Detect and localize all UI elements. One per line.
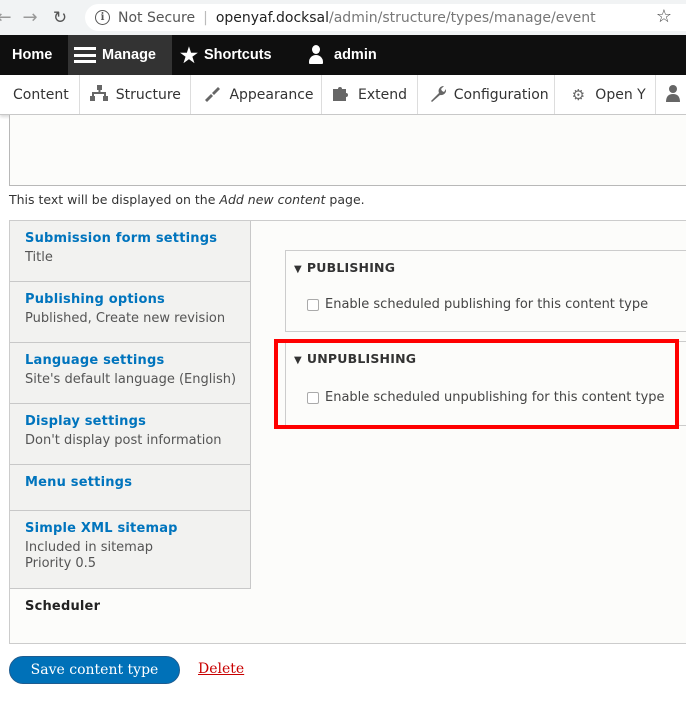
user-icon	[308, 45, 324, 65]
security-status: Not Secure	[118, 9, 196, 26]
vtab-summary: Don't display post information	[25, 433, 222, 448]
publishing-checkbox-label: Enable scheduled publishing for this con…	[325, 297, 649, 312]
vtab-publishing-options[interactable]: Publishing options Published, Create new…	[10, 282, 251, 343]
toolbar-shortcuts[interactable]: ★ Shortcuts	[172, 35, 292, 75]
vtab-title: Publishing options	[25, 292, 165, 307]
admin-tray: Content Structure Appearance Extend Conf…	[0, 75, 686, 115]
toolbar-home-label: Home	[12, 47, 53, 63]
address-bar[interactable]: i Not Secure | openyaf.docksal/admin/str…	[85, 4, 686, 31]
vtab-summary: Site's default language (English)	[25, 372, 237, 387]
vtab-title: Language settings	[25, 353, 165, 368]
url-path: /admin/structure/types/manage/event	[329, 9, 596, 26]
vtab-menu-settings[interactable]: Menu settings	[10, 465, 251, 511]
vtab-display-settings[interactable]: Display settings Don't display post info…	[10, 404, 251, 465]
help-text-prefix: This text will be displayed on the	[9, 192, 220, 207]
save-content-type-button[interactable]: Save content type	[9, 656, 180, 684]
publishing-title: PUBLISHING	[306, 260, 396, 275]
vtab-scheduler[interactable]: Scheduler	[10, 589, 251, 643]
reload-icon[interactable]: ↻	[50, 8, 70, 28]
sitemap-icon	[89, 84, 108, 105]
tray-item-structure[interactable]: Structure	[80, 75, 192, 114]
forward-arrow-icon[interactable]: →	[20, 7, 40, 28]
tray-structure-label: Structure	[115, 86, 181, 103]
puzzle-icon	[332, 84, 350, 106]
vtab-submission-form-settings[interactable]: Submission form settings Title	[10, 221, 251, 282]
gear-icon: ⚙	[571, 85, 586, 104]
toolbar-manage-label: Manage	[102, 47, 156, 63]
tray-item-content[interactable]: Content	[0, 75, 80, 114]
tray-openy-label: Open Y	[595, 86, 646, 103]
people-icon	[666, 84, 680, 106]
tray-extend-label: Extend	[358, 86, 408, 103]
vtab-title: Display settings	[25, 414, 147, 429]
toolbar-user-label: admin	[334, 47, 377, 63]
url-host: openyaf.docksal	[215, 9, 330, 26]
help-text-emphasis: Add new content	[219, 192, 326, 207]
description-textarea[interactable]	[9, 115, 686, 186]
tray-item-appearance[interactable]: Appearance	[191, 75, 323, 114]
publishing-checkbox[interactable]	[307, 298, 319, 311]
tray-appearance-label: Appearance	[229, 86, 314, 103]
tray-item-people[interactable]	[656, 75, 686, 114]
red-highlight-box	[274, 339, 679, 429]
publishing-details: ▼ PUBLISHING Enable scheduled publishing …	[285, 250, 686, 332]
vtab-language-settings[interactable]: Language settings Site's default languag…	[10, 343, 251, 404]
vtab-summary-line: Priority 0.5	[25, 556, 97, 571]
vtab-summary: Included in sitemap Priority 0.5	[25, 540, 250, 572]
star-icon: ★	[180, 44, 198, 67]
wrench-icon	[428, 84, 446, 106]
textarea-help-text: This text will be displayed on the Add n…	[9, 192, 365, 207]
vtab-title: Submission form settings	[25, 231, 218, 246]
publishing-checkbox-row[interactable]: Enable scheduled publishing for this con…	[307, 297, 648, 312]
delete-link[interactable]: Delete	[198, 661, 244, 677]
tray-content-label: Content	[13, 86, 69, 103]
tray-item-configuration[interactable]: Configuration	[418, 75, 556, 114]
back-arrow-icon[interactable]: ←	[0, 7, 14, 28]
help-text-suffix: page.	[325, 192, 365, 207]
url-separator: |	[203, 9, 208, 26]
vtab-title: Menu settings	[25, 475, 133, 490]
vtab-title: Simple XML sitemap	[25, 521, 178, 536]
vtab-simple-xml-sitemap[interactable]: Simple XML sitemap Included in sitemap P…	[10, 511, 251, 589]
toolbar-manage[interactable]: Manage	[68, 35, 172, 75]
paintbrush-icon	[203, 84, 221, 106]
toolbar-home[interactable]: Home	[0, 35, 68, 75]
vtab-summary-line: Included in sitemap	[25, 540, 154, 555]
hamburger-icon	[74, 47, 96, 63]
vtab-title: Scheduler	[25, 599, 101, 614]
publishing-summary[interactable]: ▼ PUBLISHING	[294, 260, 395, 275]
vtab-summary: Published, Create new revision	[25, 311, 226, 326]
toolbar-shortcuts-label: Shortcuts	[203, 47, 272, 63]
tray-configuration-label: Configuration	[453, 86, 549, 103]
browser-bar: ← → ↻ i Not Secure | openyaf.docksal/adm…	[0, 0, 686, 35]
vertical-tabs-menu: Submission form settings Title Publishin…	[10, 221, 251, 643]
bookmark-star-icon[interactable]: ☆	[656, 6, 672, 27]
vtab-summary: Title	[25, 250, 53, 265]
tray-item-extend[interactable]: Extend	[322, 75, 418, 114]
info-icon[interactable]: i	[95, 10, 110, 25]
toolbar-user[interactable]: admin	[292, 35, 377, 75]
tray-item-openy[interactable]: ⚙ Open Y	[555, 75, 656, 114]
triangle-down-icon: ▼	[294, 264, 302, 275]
admin-toolbar: Home Manage ★ Shortcuts admin	[0, 35, 686, 75]
